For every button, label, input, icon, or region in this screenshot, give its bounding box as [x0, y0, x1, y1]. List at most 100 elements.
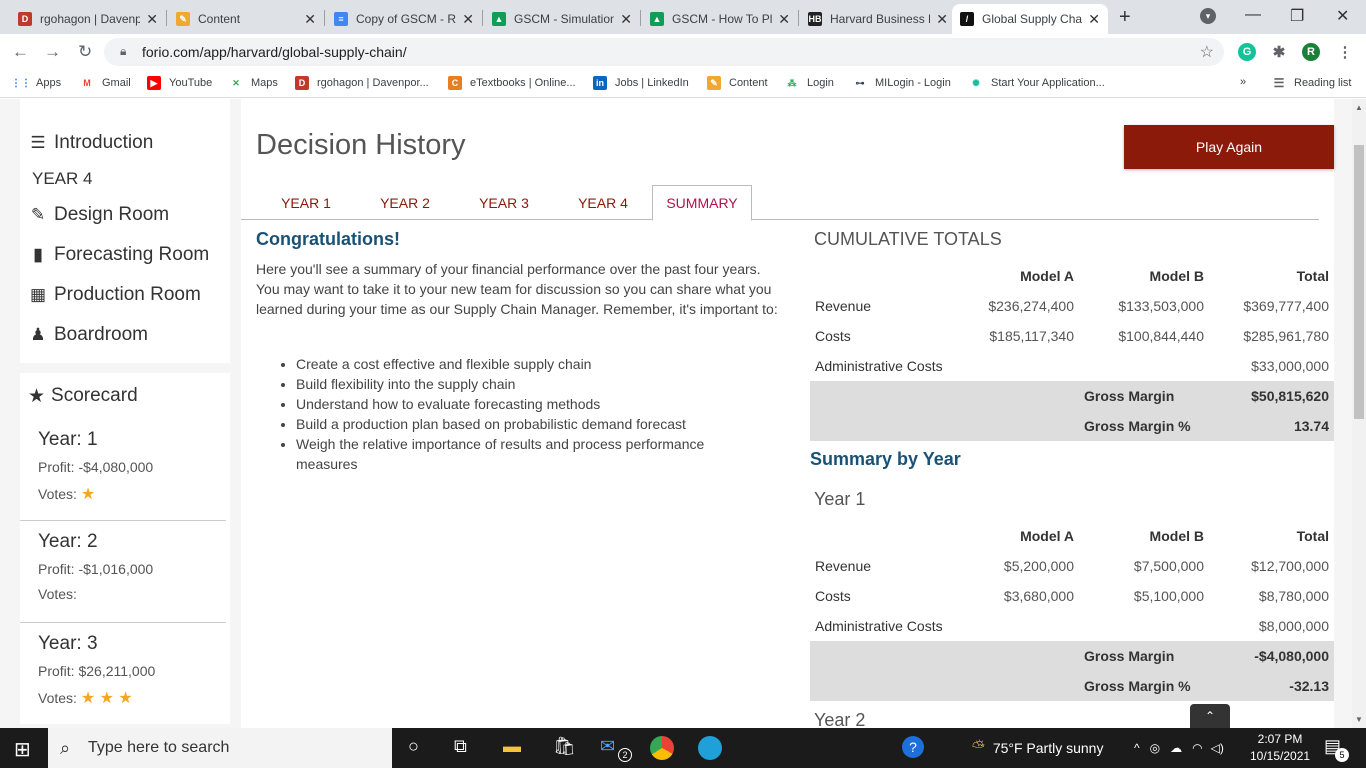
tab-year-4[interactable]: YEAR 4: [558, 185, 648, 220]
bookmark-maps[interactable]: ✕ Maps: [229, 76, 278, 90]
bookmark-star-icon[interactable]: ☆: [1200, 42, 1214, 62]
nav-production-room[interactable]: ▦ Production Room: [20, 275, 230, 315]
bookmark-etextbooks[interactable]: CeTextbooks | Online...: [448, 76, 576, 90]
bookmark-login[interactable]: ⁂ Login: [785, 76, 834, 90]
votes-label: Votes:: [38, 690, 77, 706]
close-icon[interactable]: ✕: [146, 11, 158, 28]
browser-tab-2[interactable]: ✎ Content ✕: [168, 4, 324, 34]
restore-icon[interactable]: ❐: [1290, 6, 1304, 26]
back-icon[interactable]: ←: [12, 42, 29, 62]
store-icon[interactable]: 🛍︎: [553, 736, 576, 757]
reading-list-icon: ☰: [1273, 76, 1285, 90]
meet-icon[interactable]: ◎: [1150, 741, 1160, 755]
clock-date: 10/15/2021: [1250, 749, 1311, 763]
browser-tab-5[interactable]: ▲ GSCM - How To Pla ✕: [642, 4, 798, 34]
close-icon[interactable]: ✕: [304, 11, 316, 28]
youtube-icon: ▶: [147, 76, 161, 90]
bookmark-label: Apps: [36, 77, 62, 89]
play-again-button[interactable]: Play Again: [1124, 125, 1334, 169]
scrollbar-thumb[interactable]: [1354, 145, 1364, 419]
tab-title: rgohagon | Davenp: [40, 12, 141, 26]
minimize-icon[interactable]: —: [1245, 6, 1261, 24]
list-icon: ☰: [30, 133, 46, 152]
page-scrollbar[interactable]: ▲ ▼: [1352, 99, 1366, 728]
mail-icon[interactable]: ✉: [600, 736, 615, 757]
chrome-icon[interactable]: [650, 736, 674, 760]
bookmark-apps[interactable]: ⋮⋮ Apps: [11, 76, 62, 90]
summary-by-year-heading: Summary by Year: [810, 449, 961, 469]
close-icon[interactable]: ✕: [462, 11, 474, 28]
tab-summary[interactable]: SUMMARY: [652, 185, 752, 221]
tab-year-3[interactable]: YEAR 3: [459, 185, 549, 220]
menu-icon[interactable]: ⋮: [1336, 43, 1354, 61]
taskbar-search-input[interactable]: ⌕ Type here to search: [48, 728, 392, 768]
help-icon[interactable]: ?: [902, 736, 924, 758]
taskbar-clock[interactable]: 2:07 PM 10/15/2021: [1250, 731, 1310, 765]
file-explorer-icon[interactable]: ▬: [503, 736, 521, 757]
nav-forecasting-room[interactable]: ▮ Forecasting Room: [20, 235, 230, 275]
url-text: forio.com/app/harvard/global-supply-chai…: [142, 44, 407, 60]
tab-year-2[interactable]: YEAR 2: [360, 185, 450, 220]
bookmark-youtube[interactable]: ▶ YouTube: [147, 76, 212, 90]
row-label: Gross Margin: [1084, 388, 1175, 404]
close-icon[interactable]: ✕: [620, 11, 632, 28]
browser-tab-3[interactable]: ≡ Copy of GSCM - Re ✕: [326, 4, 482, 34]
factory-icon: ▦: [29, 285, 47, 304]
reload-icon[interactable]: ↻: [78, 42, 92, 62]
gross-margin-row: Gross Margin -$4,080,000: [810, 641, 1334, 671]
profile-avatar[interactable]: R: [1302, 43, 1320, 61]
cell-value: $5,200,000: [1003, 558, 1074, 574]
close-icon[interactable]: ✕: [778, 11, 790, 28]
scroll-up-icon[interactable]: ▲: [1355, 103, 1363, 112]
score-votes: Votes: ★ ★ ★: [38, 688, 226, 712]
score-year-2: Year: 2 Profit: -$1,016,000 Votes:: [20, 521, 226, 623]
browser-tab-4[interactable]: ▲ GSCM - Simulation ✕: [484, 4, 640, 34]
browser-tab-6[interactable]: HB Harvard Business P ✕: [800, 4, 956, 34]
nav-design-room[interactable]: ✎ Design Room: [20, 195, 230, 235]
tab-search-icon[interactable]: ▾: [1200, 8, 1216, 24]
tab-divider: [482, 10, 483, 26]
bookmark-rgohagon[interactable]: Drgohagon | Davenpor...: [295, 76, 429, 90]
bookmark-label: eTextbooks | Online...: [470, 77, 576, 89]
row-label: Gross Margin %: [1084, 678, 1191, 694]
cell-value: $185,117,340: [989, 328, 1074, 344]
new-tab-button[interactable]: +: [1119, 6, 1131, 29]
volume-icon[interactable]: ◁): [1211, 741, 1224, 755]
bookmark-milogin[interactable]: ⊶ MILogin - Login: [853, 76, 951, 90]
chevron-up-icon[interactable]: ^: [1134, 741, 1140, 755]
intro-text: Here you'll see a summary of your financ…: [256, 261, 778, 317]
browser-tab-active[interactable]: / Global Supply Chai ✕: [952, 4, 1108, 34]
onedrive-icon[interactable]: ☁: [1170, 741, 1182, 755]
grammarly-icon[interactable]: G: [1238, 43, 1256, 61]
extensions-icon[interactable]: ✱: [1270, 43, 1288, 61]
bar-chart-icon: ▮: [33, 245, 43, 264]
nav-introduction[interactable]: ☰ Introduction: [20, 123, 230, 163]
browser-tab-1[interactable]: D rgohagon | Davenp ✕: [10, 4, 166, 34]
url-field[interactable]: 🔒︎ forio.com/app/harvard/global-supply-c…: [104, 38, 1224, 66]
reading-list[interactable]: ☰ Reading list: [1272, 76, 1352, 90]
tab-year-1[interactable]: YEAR 1: [261, 185, 351, 220]
cortana-icon[interactable]: ○: [408, 736, 419, 757]
table-row: Revenue $236,274,400 $133,503,000 $369,7…: [810, 291, 1334, 321]
scroll-up-tab-icon[interactable]: ⌃: [1190, 704, 1230, 728]
table-row: Costs $3,680,000 $5,100,000 $8,780,000: [810, 581, 1334, 611]
cell-value: $5,100,000: [1133, 588, 1204, 604]
scroll-down-icon[interactable]: ▼: [1355, 715, 1363, 724]
pencil-icon: ✎: [30, 205, 46, 224]
weather-widget[interactable]: ⛅︎ 75°F Partly sunny: [972, 728, 1103, 768]
edge-icon[interactable]: [698, 736, 722, 760]
bookmark-gmail[interactable]: M Gmail: [80, 76, 130, 90]
bookmark-linkedin[interactable]: in Jobs | LinkedIn: [593, 76, 689, 90]
windows-start-icon[interactable]: ⊞: [14, 737, 31, 762]
nav-boardroom[interactable]: ♟ Boardroom: [20, 315, 230, 355]
bookmark-content[interactable]: ✎ Content: [707, 76, 768, 90]
task-view-icon[interactable]: ⧉: [454, 736, 467, 757]
close-icon[interactable]: ✕: [1088, 11, 1100, 28]
window-close-icon[interactable]: ✕: [1336, 6, 1349, 26]
wifi-icon[interactable]: ◠: [1192, 741, 1202, 755]
tab-title: Harvard Business P: [830, 12, 931, 26]
forward-icon[interactable]: →: [44, 42, 61, 62]
more-bookmarks-icon[interactable]: »: [1240, 76, 1246, 88]
bookmark-application[interactable]: ✺ Start Your Application...: [969, 76, 1105, 90]
close-icon[interactable]: ✕: [936, 11, 948, 28]
